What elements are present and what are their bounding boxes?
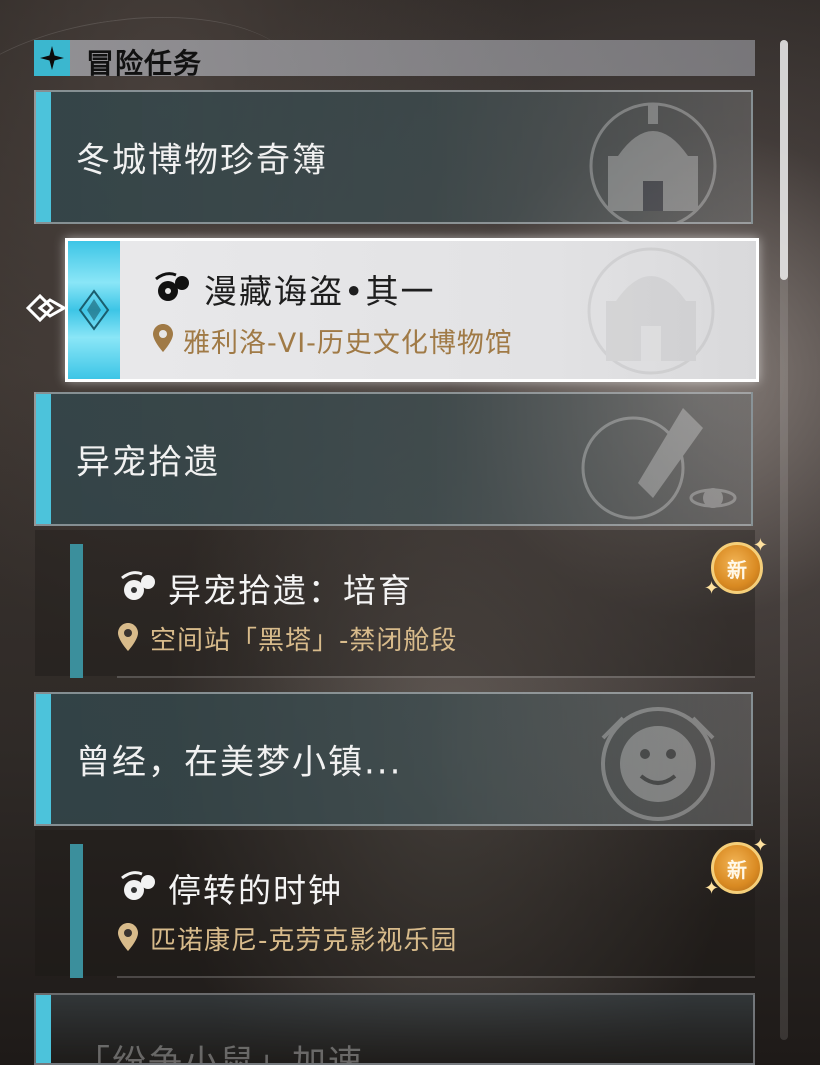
quest-title: 停转的时钟 (168, 871, 343, 910)
category-dreamville[interactable]: 曾经，在美梦小镇... (34, 692, 753, 826)
quest-type-icon (121, 871, 155, 900)
quest-accent-bar (70, 544, 83, 678)
section-title: 冒险任务 (86, 47, 203, 80)
quest-location: 空间站「黑塔」-禁闭舱段 (150, 626, 458, 656)
category-title: 曾经，在美梦小镇... (76, 742, 403, 783)
crystal-marker (68, 241, 120, 379)
divider (117, 976, 755, 978)
museum-emblem-icon (589, 102, 717, 222)
location-pin-icon (118, 923, 138, 951)
sparkle-icon: ✦ (752, 535, 768, 556)
category-museum[interactable]: 冬城博物珍奇簿 (34, 90, 753, 224)
smiley-clock-emblem-icon (601, 707, 715, 821)
quest-item-active[interactable]: 漫藏诲盗•其一 雅利洛-VI-历史文化博物馆 (65, 238, 759, 382)
sparkle-icon: ✦ (752, 835, 768, 856)
scrollbar-thumb[interactable] (780, 40, 788, 280)
quest-title: 异宠拾遗：培育 (168, 571, 413, 610)
selection-pointer-icon (25, 293, 66, 323)
quest-item[interactable]: 停转的时钟 匹诺康尼-克劳克影视乐园 新 ✦ ✦ (35, 830, 768, 978)
museum-emblem-icon (587, 247, 715, 375)
quest-accent-bar (70, 844, 83, 978)
quest-type-icon (155, 272, 189, 301)
quest-location: 雅利洛-VI-历史文化博物馆 (183, 328, 513, 359)
location-pin-icon (153, 324, 173, 352)
category-title: 异宠拾遗 (76, 442, 220, 483)
category-title: 冬城博物珍奇簿 (76, 140, 328, 181)
category-accent-bar (36, 394, 51, 524)
sparkle-icon: ✦ (704, 578, 720, 599)
rocket-planet-emblem-icon (581, 408, 737, 520)
diamond-star-icon (34, 40, 70, 76)
section-header: 冒险任务 (34, 40, 755, 80)
category-partial[interactable]: 「纷争小鼠」加速 (34, 993, 755, 1065)
category-title: 「纷争小鼠」加速 (76, 1043, 364, 1065)
new-badge: 新 ✦ ✦ (704, 535, 768, 599)
quest-type-icon (121, 571, 155, 600)
category-accent-bar (36, 694, 51, 824)
new-badge: 新 ✦ ✦ (704, 835, 768, 899)
new-badge-label: 新 (727, 557, 747, 582)
diamond-emblem-icon (78, 289, 110, 331)
new-badge-label: 新 (727, 857, 747, 882)
sparkle-icon: ✦ (704, 878, 720, 899)
category-accent-bar (36, 92, 51, 222)
quest-item[interactable]: 异宠拾遗：培育 空间站「黑塔」-禁闭舱段 新 ✦ ✦ (35, 530, 768, 678)
location-pin-icon (118, 623, 138, 651)
divider (117, 676, 755, 678)
category-pets[interactable]: 异宠拾遗 (34, 392, 753, 526)
category-accent-bar (36, 995, 51, 1063)
quest-location: 匹诺康尼-克劳克影视乐园 (150, 926, 458, 956)
quest-title: 漫藏诲盗•其一 (204, 272, 436, 311)
